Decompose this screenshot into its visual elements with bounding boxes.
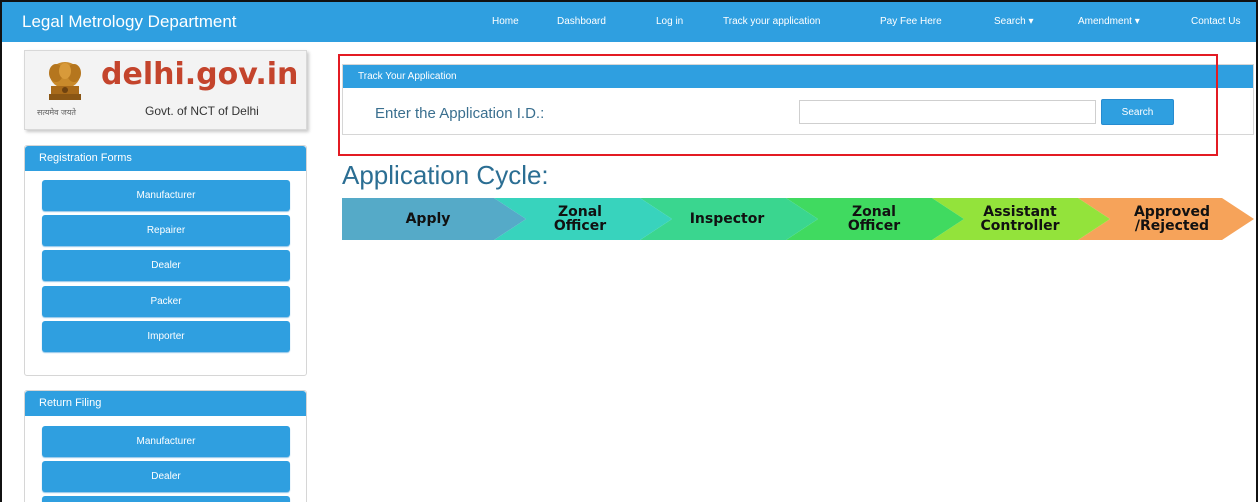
top-navbar: Legal Metrology Department Home Dashboar… <box>2 2 1256 42</box>
register-dealer-button[interactable]: Dealer <box>42 250 290 281</box>
cycle-step-assistant-controller: Assistant Controller <box>980 204 1060 234</box>
return-manufacturer-button[interactable]: Manufacturer <box>42 426 290 457</box>
cycle-step-apply: Apply <box>405 211 451 227</box>
nav-pay-fee[interactable]: Pay Fee Here <box>880 2 942 42</box>
nav-login[interactable]: Log in <box>656 2 683 42</box>
register-packer-button[interactable]: Packer <box>42 286 290 317</box>
chevron-down-icon: ▾ <box>1134 16 1140 27</box>
page-frame: Legal Metrology Department Home Dashboar… <box>0 0 1258 502</box>
application-cycle-title: Application Cycle: <box>342 160 549 190</box>
cycle-step-zonal-officer-2: Zonal Officer <box>847 204 901 234</box>
cycle-step-inspector: Inspector <box>689 211 765 227</box>
logo-main-text: delhi.gov.in <box>101 57 299 92</box>
register-manufacturer-button[interactable]: Manufacturer <box>42 180 290 211</box>
ashoka-emblem-icon <box>49 62 81 100</box>
return-filing-title: Return Filing <box>25 391 306 416</box>
nav-home[interactable]: Home <box>492 2 519 42</box>
cycle-step-zonal-officer: Zonal Officer <box>553 204 607 234</box>
highlight-box <box>338 54 1218 156</box>
nav-search-label: Search <box>994 16 1026 27</box>
registration-forms-title: Registration Forms <box>25 146 306 171</box>
application-cycle-flow: Apply Zonal Officer Inspector Zonal Offi… <box>342 198 1254 240</box>
brand-title[interactable]: Legal Metrology Department <box>22 2 237 42</box>
nav-amendment[interactable]: Amendment ▾ <box>1078 2 1140 42</box>
nav-amendment-label: Amendment <box>1078 16 1132 27</box>
return-filing-panel: Return Filing Manufacturer Dealer <box>24 390 307 502</box>
nav-contact-us[interactable]: Contact Us <box>1191 2 1240 42</box>
registration-forms-panel: Registration Forms Manufacturer Repairer… <box>24 145 307 376</box>
delhi-gov-logo[interactable]: delhi.gov.in सत्यमेव जयते Govt. of NCT o… <box>24 50 307 130</box>
logo-hindi-text: सत्यमेव जयते <box>37 108 76 117</box>
chevron-down-icon: ▾ <box>1028 16 1034 27</box>
nav-search[interactable]: Search ▾ <box>994 2 1034 42</box>
return-next-button[interactable] <box>42 496 290 502</box>
cycle-step-approved-rejected: Approved /Rejected <box>1133 204 1211 234</box>
return-dealer-button[interactable]: Dealer <box>42 461 290 492</box>
register-repairer-button[interactable]: Repairer <box>42 215 290 246</box>
register-importer-button[interactable]: Importer <box>42 321 290 352</box>
nav-track-application[interactable]: Track your application <box>723 2 820 42</box>
nav-dashboard[interactable]: Dashboard <box>557 2 606 42</box>
logo-sub-text: Govt. of NCT of Delhi <box>145 104 259 118</box>
